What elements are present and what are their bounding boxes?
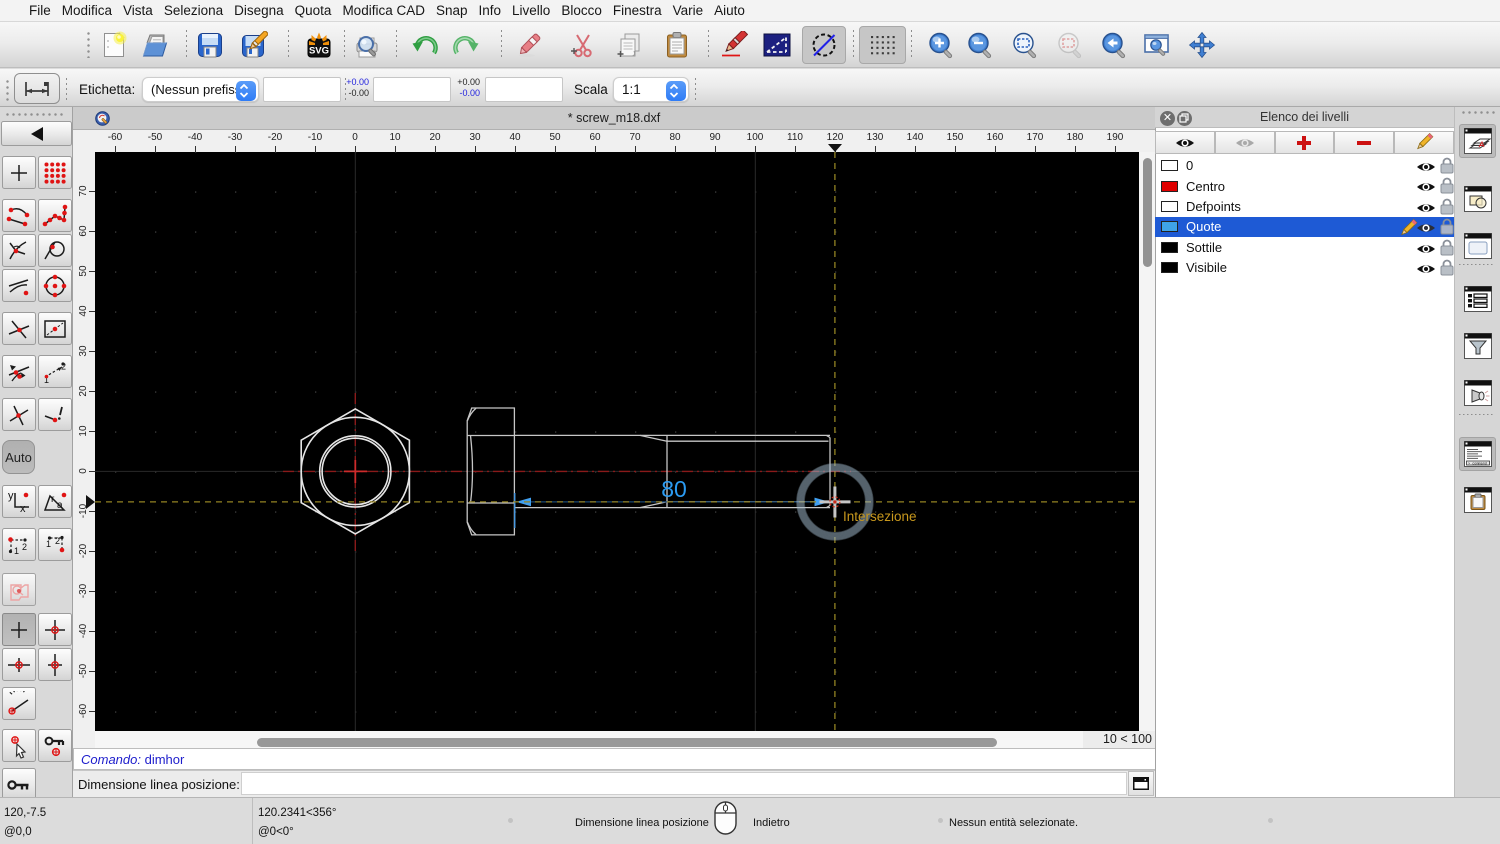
- svg-text:> command: > command: [1468, 461, 1487, 466]
- svg-text:SVG: SVG: [309, 46, 329, 57]
- svg-text:1: 1: [14, 546, 19, 556]
- svg-text:2: 2: [55, 536, 60, 546]
- svg-text:2: 2: [22, 542, 27, 552]
- svg-text:x: x: [20, 503, 26, 515]
- svg-text:Intersezione: Intersezione: [843, 509, 917, 524]
- svg-text:a: a: [57, 500, 63, 511]
- svg-text:1: 1: [46, 539, 51, 549]
- svg-text:80: 80: [661, 476, 687, 502]
- svg-text:y: y: [8, 490, 14, 502]
